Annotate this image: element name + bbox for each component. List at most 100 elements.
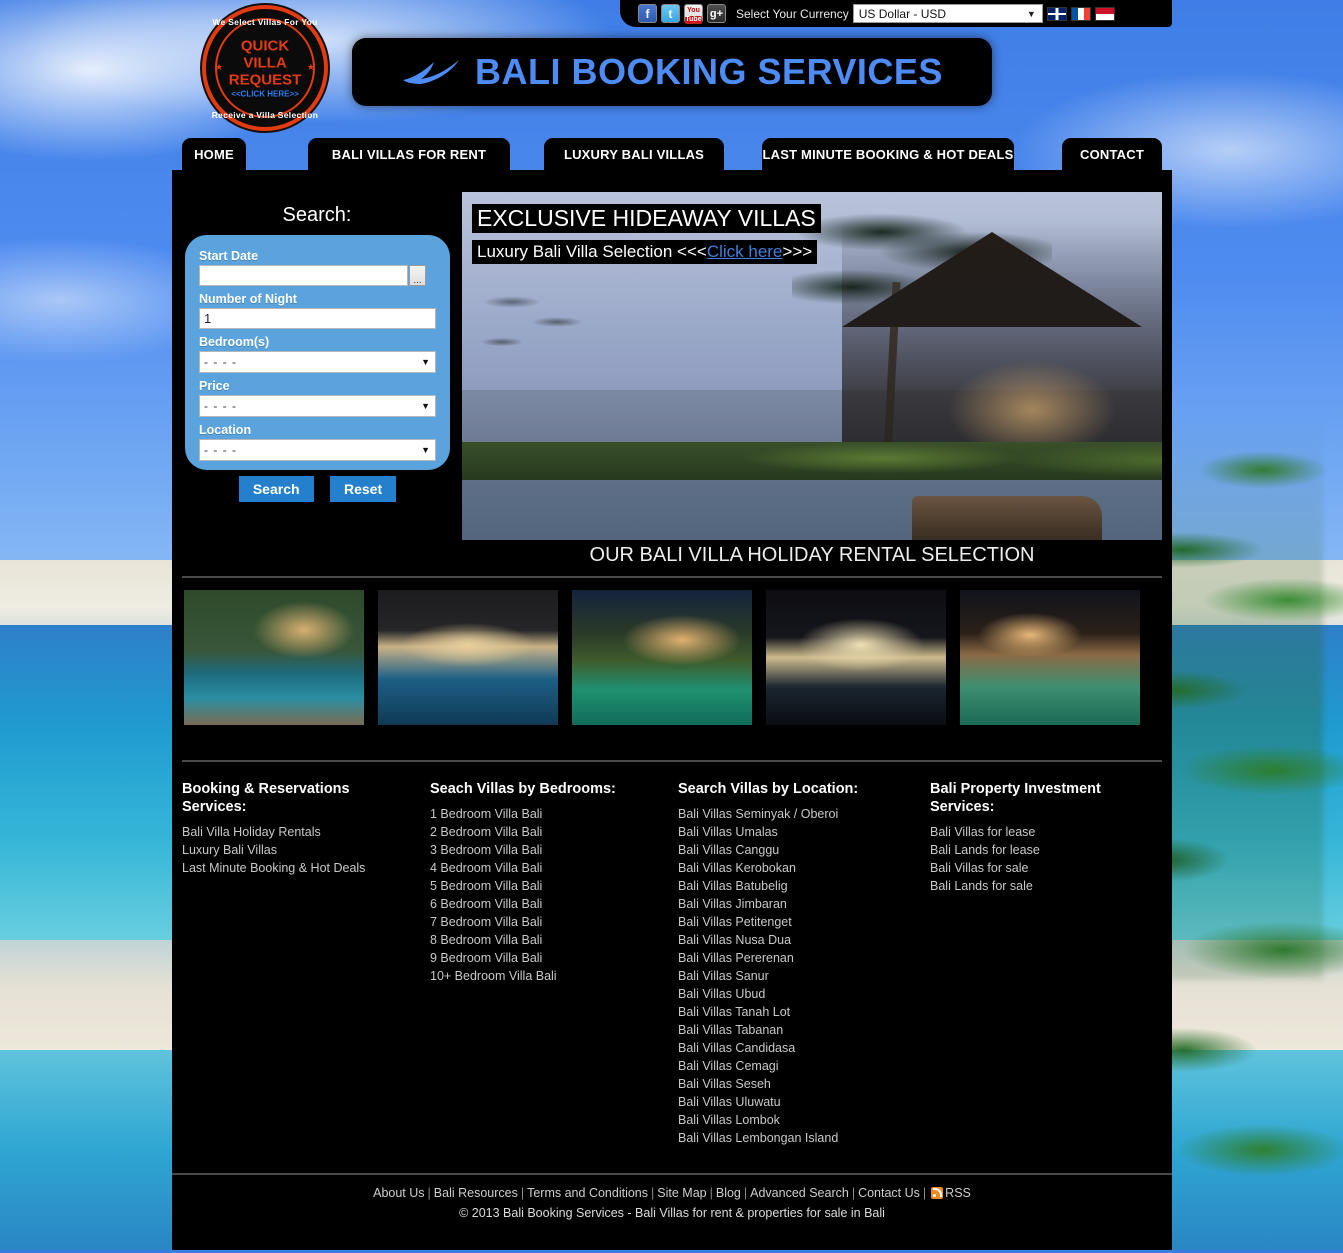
footer-link-about-us[interactable]: About Us [373, 1186, 424, 1200]
footer-link-bali-resources[interactable]: Bali Resources [434, 1186, 518, 1200]
footer-link-bedroom-2[interactable]: 2 Bedroom Villa Bali [430, 823, 660, 841]
quick-villa-request-badge[interactable]: We Select Villas For You ★ ★ QUICK VILLA… [202, 5, 328, 131]
footer-link-bedroom-5[interactable]: 5 Bedroom Villa Bali [430, 877, 660, 895]
start-date-wrapper: ... [199, 265, 436, 286]
footer-heading-bedrooms: Seach Villas by Bedrooms: [430, 781, 616, 797]
footer-link-loc-uluwatu[interactable]: Bali Villas Uluwatu [678, 1093, 913, 1111]
nav-item-luxury-villas[interactable]: LUXURY BALI VILLAS [544, 138, 724, 170]
footer-link-loc-batubelig[interactable]: Bali Villas Batubelig [678, 877, 913, 895]
nights-input[interactable] [199, 308, 436, 329]
twitter-icon[interactable]: t [661, 4, 680, 23]
badge-line-3: REQUEST [228, 71, 302, 89]
footer-link-loc-umalas[interactable]: Bali Villas Umalas [678, 823, 913, 841]
footer-link-loc-tanah-lot[interactable]: Bali Villas Tanah Lot [678, 1003, 913, 1021]
copyright-text: © 2013 Bali Booking Services - Bali Vill… [459, 1206, 885, 1220]
footer-link-loc-pererenan[interactable]: Bali Villas Pererenan [678, 949, 913, 967]
footer-link-bedroom-9[interactable]: 9 Bedroom Villa Bali [430, 949, 660, 967]
main-navigation: HOME BALI VILLAS FOR RENT LUXURY BALI VI… [172, 138, 1172, 184]
footer-link-terms[interactable]: Terms and Conditions [527, 1186, 648, 1200]
footer-link-loc-cemagi[interactable]: Bali Villas Cemagi [678, 1057, 913, 1075]
footer-link-contact-us[interactable]: Contact Us [858, 1186, 920, 1200]
footer-link-rss[interactable]: RSS [945, 1186, 971, 1200]
footer-link-lands-for-sale[interactable]: Bali Lands for sale [930, 877, 1165, 895]
footer-link-loc-jimbaran[interactable]: Bali Villas Jimbaran [678, 895, 913, 913]
hero-frangipani-tree [472, 272, 602, 442]
footer-link-loc-candidasa[interactable]: Bali Villas Candidasa [678, 1039, 913, 1057]
footer-link-loc-canggu[interactable]: Bali Villas Canggu [678, 841, 913, 859]
nav-item-last-minute[interactable]: LAST MINUTE BOOKING & HOT DEALS [762, 138, 1014, 170]
footer-link-bedroom-3[interactable]: 3 Bedroom Villa Bali [430, 841, 660, 859]
footer-link-loc-nusa-dua[interactable]: Bali Villas Nusa Dua [678, 931, 913, 949]
footer-link-villas-for-sale[interactable]: Bali Villas for sale [930, 859, 1165, 877]
badge-click-here[interactable]: <<CLICK HERE>> [219, 90, 311, 99]
chevron-down-icon: ▼ [421, 445, 430, 455]
start-date-input[interactable] [199, 265, 408, 286]
footer-link-bedroom-10[interactable]: 10+ Bedroom Villa Bali [430, 967, 660, 985]
currency-selected-value: US Dollar - USD [858, 6, 947, 21]
calendar-picker-button[interactable]: ... [409, 265, 426, 286]
location-select[interactable]: - - - - ▼ [199, 439, 436, 461]
search-button[interactable]: Search [238, 476, 314, 502]
footer-link-villas-for-lease[interactable]: Bali Villas for lease [930, 823, 1165, 841]
hero-subline-prefix: Luxury Bali Villa Selection <<< [477, 242, 707, 261]
footer-link-loc-kerobokan[interactable]: Bali Villas Kerobokan [678, 859, 913, 877]
footer-link-bedroom-6[interactable]: 6 Bedroom Villa Bali [430, 895, 660, 913]
villa-thumb-1[interactable] [184, 590, 364, 725]
youtube-icon[interactable]: You Tube [684, 4, 703, 24]
hero-click-here-link[interactable]: Click here [707, 242, 783, 261]
footer-link-site-map[interactable]: Site Map [657, 1186, 706, 1200]
footer-link-columns: Booking & Reservations Services: Bali Vi… [172, 760, 1172, 1162]
footer-link-lands-for-lease[interactable]: Bali Lands for lease [930, 841, 1165, 859]
bedrooms-select[interactable]: - - - - ▼ [199, 351, 436, 373]
youtube-icon-bottom: Tube [685, 16, 702, 24]
nights-label: Number of Night [199, 292, 297, 306]
footer-link-loc-seseh[interactable]: Bali Villas Seseh [678, 1075, 913, 1093]
footer-link-loc-tabanan[interactable]: Bali Villas Tabanan [678, 1021, 913, 1039]
footer-heading-investment: Bali Property Investment Services: [930, 781, 1101, 815]
reset-button[interactable]: Reset [330, 476, 397, 502]
footer-link-loc-ubud[interactable]: Bali Villas Ubud [678, 985, 913, 1003]
hero-banner[interactable]: EXCLUSIVE HIDEAWAY VILLAS Luxury Bali Vi… [462, 192, 1162, 540]
footer-column-bedrooms: Seach Villas by Bedrooms: 1 Bedroom Vill… [430, 780, 660, 985]
nav-item-villas-for-rent[interactable]: BALI VILLAS FOR RENT [308, 138, 510, 170]
footer-link-loc-lembongan[interactable]: Bali Villas Lembongan Island [678, 1129, 913, 1147]
footer-link-holiday-rentals[interactable]: Bali Villa Holiday Rentals [182, 823, 417, 841]
currency-select[interactable]: US Dollar - USD ▼ [852, 4, 1043, 23]
footer-link-advanced-search[interactable]: Advanced Search [750, 1186, 849, 1200]
badge-line-1: QUICK [240, 37, 290, 55]
flag-indonesian-icon[interactable] [1094, 6, 1115, 21]
googleplus-icon[interactable]: g+ [707, 4, 726, 23]
footer-link-loc-lombok[interactable]: Bali Villas Lombok [678, 1111, 913, 1129]
price-select[interactable]: - - - - ▼ [199, 395, 436, 417]
nav-item-contact[interactable]: CONTACT [1062, 138, 1162, 170]
nights-field-row: Number of Night [199, 292, 436, 329]
footer-link-loc-petitenget[interactable]: Bali Villas Petitenget [678, 913, 913, 931]
selection-section-title: OUR BALI VILLA HOLIDAY RENTAL SELECTION [589, 544, 1035, 566]
divider-footer [182, 760, 1162, 762]
footer-link-loc-sanur[interactable]: Bali Villas Sanur [678, 967, 913, 985]
footer-link-loc-seminyak[interactable]: Bali Villas Seminyak / Oberoi [678, 805, 913, 823]
footer-link-last-minute[interactable]: Last Minute Booking & Hot Deals [182, 859, 417, 877]
footer-link-blog[interactable]: Blog [716, 1186, 741, 1200]
flag-english-icon[interactable] [1046, 6, 1067, 21]
footer-link-bedroom-7[interactable]: 7 Bedroom Villa Bali [430, 913, 660, 931]
nav-item-home[interactable]: HOME [182, 138, 246, 170]
villa-thumb-3[interactable] [572, 590, 752, 725]
facebook-icon[interactable]: f [638, 4, 657, 23]
villa-thumb-4[interactable] [766, 590, 946, 725]
villa-thumb-2[interactable] [378, 590, 558, 725]
site-footer: About Us | Bali Resources | Terms and Condit… [172, 1173, 1172, 1253]
footer-link-bedroom-1[interactable]: 1 Bedroom Villa Bali [430, 805, 660, 823]
footer-link-luxury-villas[interactable]: Luxury Bali Villas [182, 841, 417, 859]
flag-french-icon[interactable] [1070, 6, 1091, 21]
hero-subline-suffix: >>> [782, 242, 813, 261]
villa-thumb-5[interactable] [960, 590, 1140, 725]
footer-link-bedroom-8[interactable]: 8 Bedroom Villa Bali [430, 931, 660, 949]
site-logo-banner[interactable]: BALI BOOKING SERVICES [352, 38, 992, 106]
hero-hedge [462, 442, 1162, 482]
footer-heading-location: Search Villas by Location: [678, 781, 859, 797]
separator: | [651, 1186, 655, 1200]
rss-icon[interactable] [931, 1187, 944, 1199]
footer-link-bedroom-4[interactable]: 4 Bedroom Villa Bali [430, 859, 660, 877]
hero-headline: EXCLUSIVE HIDEAWAY VILLAS [472, 204, 821, 233]
